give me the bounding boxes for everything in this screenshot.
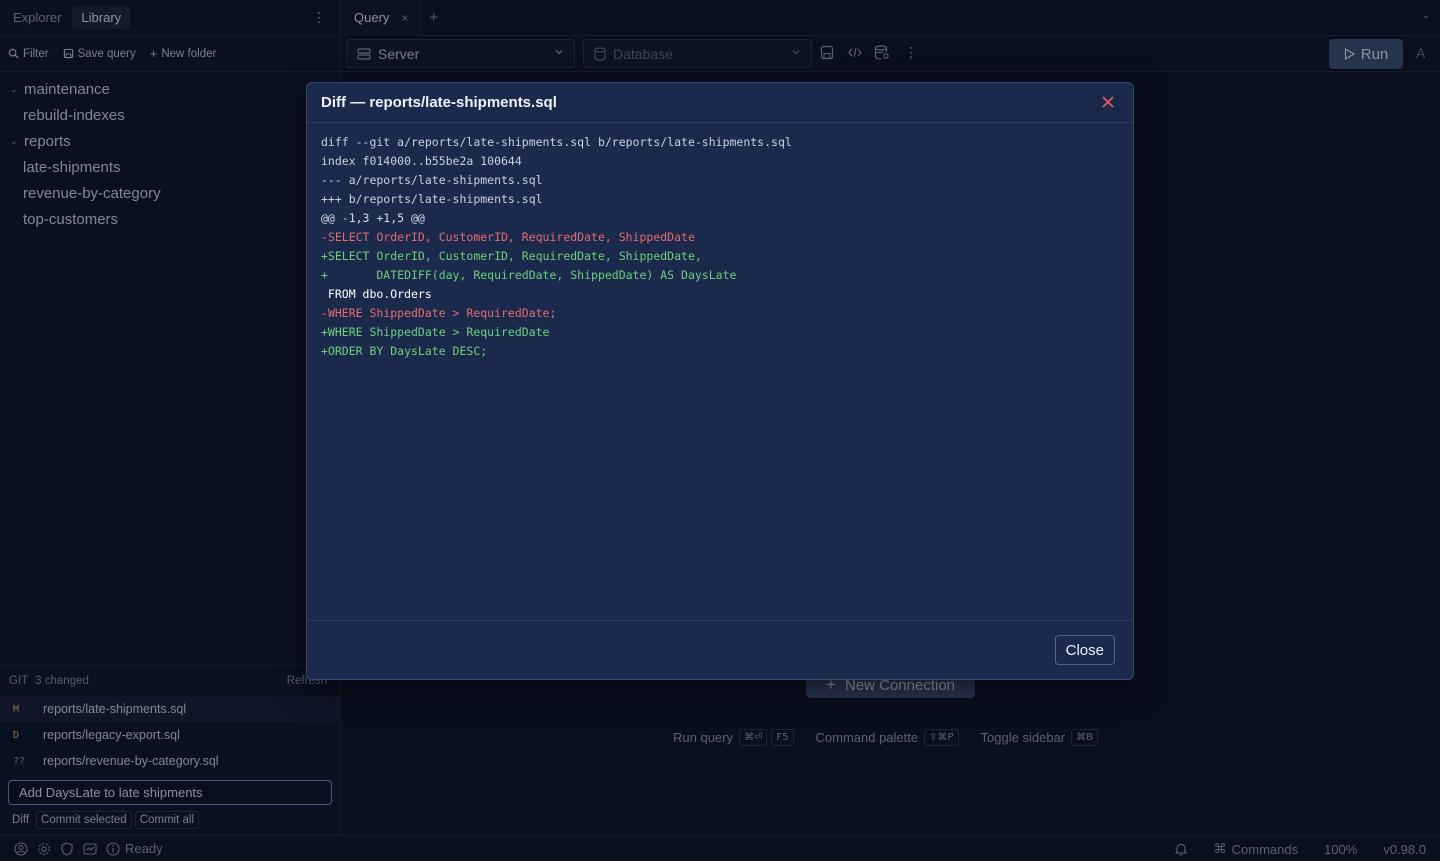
diff-dialog: Diff — reports/late-shipments.sql diff -… (306, 82, 1134, 680)
diff-line-added: +ORDER BY DaysLate DESC; (321, 344, 488, 358)
diff-line-added: +WHERE ShippedDate > RequiredDate (321, 325, 550, 339)
diff-line-added: + DATEDIFF(day, RequiredDate, ShippedDat… (321, 268, 737, 282)
diff-line-meta: diff --git a/reports/late-shipments.sql … (321, 135, 792, 149)
close-button[interactable]: Close (1054, 635, 1115, 665)
diff-line-hunk: @@ -1,3 +1,5 @@ (321, 211, 425, 225)
diff-line-meta: index f014000..b55be2a 100644 (321, 154, 522, 168)
diff-content: diff --git a/reports/late-shipments.sql … (307, 123, 1133, 621)
diff-line-added: +SELECT OrderID, CustomerID, RequiredDat… (321, 249, 702, 263)
diff-line-meta: +++ b/reports/late-shipments.sql (321, 192, 543, 206)
dialog-header: Diff — reports/late-shipments.sql (307, 83, 1133, 123)
diff-line-context: FROM dbo.Orders (321, 287, 432, 301)
diff-line-removed: -WHERE ShippedDate > RequiredDate; (321, 306, 557, 320)
close-icon[interactable] (1101, 95, 1115, 109)
dialog-title: Diff — reports/late-shipments.sql (321, 94, 557, 111)
diff-line-meta: --- a/reports/late-shipments.sql (321, 173, 543, 187)
dialog-footer: Close (307, 621, 1133, 679)
diff-line-removed: -SELECT OrderID, CustomerID, RequiredDat… (321, 230, 695, 244)
